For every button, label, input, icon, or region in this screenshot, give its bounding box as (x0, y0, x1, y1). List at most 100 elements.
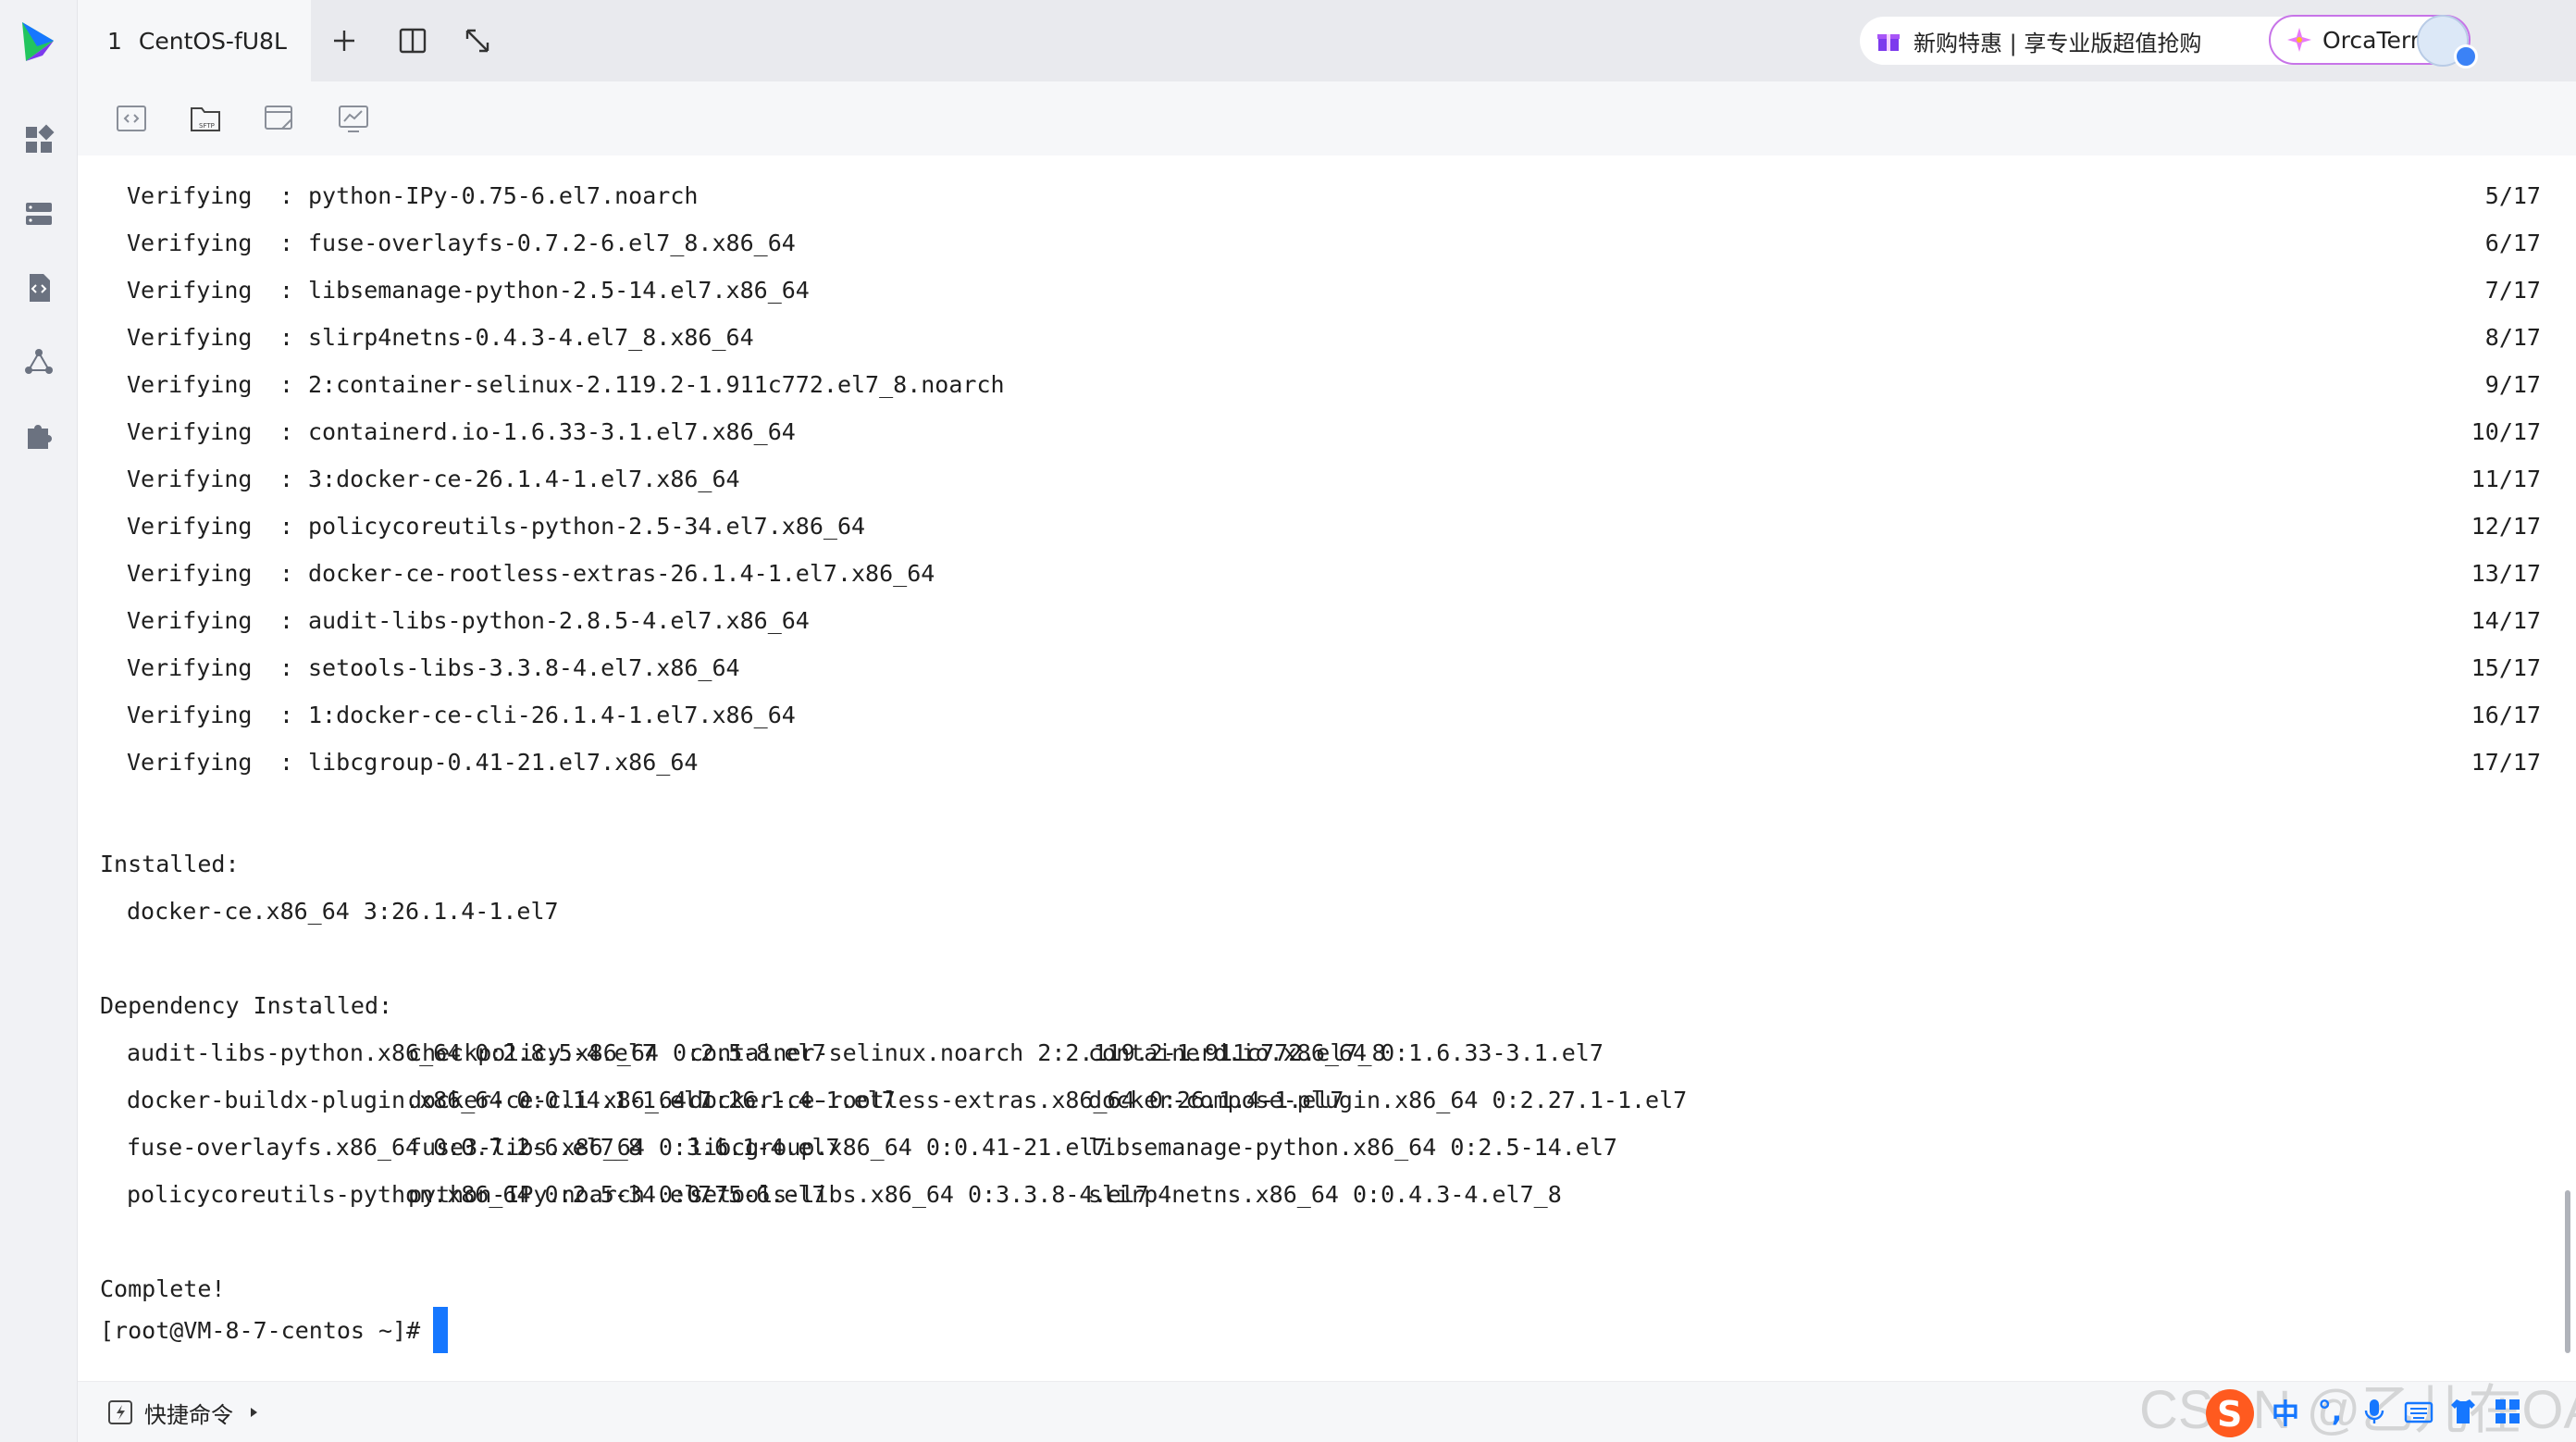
verifying-line: Verifying: fuse-overlayfs-0.7.2-6.el7_8.x… (78, 219, 2576, 267)
shell-prompt: [root@VM-8-7-centos ~]# (100, 1317, 421, 1344)
verifying-line: Verifying:3:docker-ce-26.1.4-1.el7.x86_6… (78, 455, 2576, 503)
verifying-line: Verifying:2:container-selinux-2.119.2-1.… (78, 361, 2576, 408)
verifying-count: 6/17 (2484, 230, 2541, 256)
verifying-count: 15/17 (2471, 654, 2541, 681)
verifying-package: libcgroup-0.41-21.el7.x86_64 (308, 749, 699, 776)
verifying-count: 13/17 (2471, 560, 2541, 587)
verifying-colon: : (279, 230, 294, 256)
avatar-badge-icon (2454, 44, 2478, 68)
window-edit-icon[interactable] (255, 94, 303, 143)
verifying-package: setools-libs-3.3.8-4.el7.x86_64 (308, 654, 740, 681)
verifying-count: 14/17 (2471, 607, 2541, 634)
verifying-label: Verifying (127, 607, 253, 634)
dependency-package: libsemanage-python.x86_64 0:2.5-14.el7 (1088, 1134, 1617, 1161)
svg-text:S: S (2217, 1394, 2242, 1435)
monitor-chart-icon[interactable] (329, 94, 378, 143)
verifying-colon: : (279, 702, 294, 728)
microphone-icon[interactable] (2356, 1393, 2393, 1430)
script-file-icon[interactable] (0, 259, 78, 317)
ime-chinese-mode[interactable]: 中 (2267, 1393, 2304, 1431)
verifying-label: Verifying (127, 560, 253, 587)
verifying-label: Verifying (127, 749, 253, 776)
code-view-icon[interactable] (107, 94, 155, 143)
verifying-label: Verifying (127, 418, 253, 445)
shirt-skin-icon[interactable] (2445, 1393, 2482, 1430)
verifying-colon: : (279, 513, 294, 540)
verifying-line: Verifying: libsemanage-python-2.5-14.el7.… (78, 267, 2576, 314)
svg-text:SFTP: SFTP (199, 122, 215, 130)
verifying-package: policycoreutils-python-2.5-34.el7.x86_64 (308, 513, 866, 540)
verifying-label: Verifying (127, 466, 253, 492)
sogou-ime-icon[interactable]: S (2200, 1382, 2260, 1441)
sftp-folder-icon[interactable]: SFTP (181, 94, 229, 143)
verifying-label: Verifying (127, 324, 253, 351)
verifying-package: containerd.io-1.6.33-3.1.el7.x86_64 (308, 418, 796, 445)
verifying-colon: : (279, 560, 294, 587)
dependency-package: docker-compose-plugin.x86_64 0:2.27.1-1.… (1088, 1087, 1688, 1113)
verifying-line: Verifying: policycoreutils-python-2.5-34.… (78, 503, 2576, 550)
lightning-box-icon (108, 1400, 132, 1424)
verifying-label: Verifying (127, 654, 253, 681)
verifying-colon: : (279, 324, 294, 351)
verifying-package: 1:docker-ce-cli-26.1.4-1.el7.x86_64 (308, 702, 796, 728)
app-sidebar (0, 0, 78, 1442)
verifying-package: slirp4netns-0.4.3-4.el7_8.x86_64 (308, 324, 754, 351)
verifying-colon: : (279, 418, 294, 445)
verifying-count: 16/17 (2471, 702, 2541, 728)
verifying-colon: : (279, 607, 294, 634)
verifying-package: libsemanage-python-2.5-14.el7.x86_64 (308, 277, 810, 304)
toolbox-grid-icon[interactable] (2489, 1393, 2526, 1430)
verifying-colon: : (279, 277, 294, 304)
verifying-package: 3:docker-ce-26.1.4-1.el7.x86_64 (308, 466, 740, 492)
dashboard-icon[interactable] (0, 111, 78, 168)
verifying-line: Verifying: audit-libs-python-2.8.5-4.el7.… (78, 597, 2576, 644)
dependency-package: slirp4netns.x86_64 0:0.4.3-4.el7_8 (1088, 1181, 1562, 1208)
tab-bar: 1 CentOS-fU8L 新购特惠 | 享专业版超值抢购 OrcaTerm A… (78, 0, 2576, 81)
ime-punctuation[interactable]: °, (2311, 1393, 2348, 1430)
verifying-count: 17/17 (2471, 749, 2541, 776)
dependency-package: libcgroup.x86_64 0:0.41-21.el7 (689, 1134, 1108, 1161)
promo-button[interactable]: 新购特惠 | 享专业版超值抢购 (1860, 17, 2319, 65)
verifying-count: 9/17 (2484, 371, 2541, 398)
expand-icon[interactable] (457, 20, 498, 61)
complete-text: Complete! (100, 1275, 226, 1302)
tab-title: CentOS-fU8L (138, 27, 287, 55)
terminal-cursor (433, 1307, 448, 1353)
caret-right-icon (251, 1408, 257, 1417)
verifying-count: 8/17 (2484, 324, 2541, 351)
add-tab-icon[interactable] (324, 20, 365, 61)
verifying-line: Verifying: libcgroup-0.41-21.el7.x86_64 17… (78, 739, 2576, 786)
verifying-count: 10/17 (2471, 418, 2541, 445)
verifying-colon: : (279, 654, 294, 681)
verifying-count: 11/17 (2471, 466, 2541, 492)
verifying-count: 7/17 (2484, 277, 2541, 304)
verifying-line: Verifying: docker-ce-rootless-extras-26.1… (78, 550, 2576, 597)
dependency-heading: Dependency Installed: (100, 992, 393, 1019)
app-logo-icon[interactable] (17, 19, 61, 67)
verifying-count: 5/17 (2484, 182, 2541, 209)
verifying-package: audit-libs-python-2.8.5-4.el7.x86_64 (308, 607, 810, 634)
verifying-line: Verifying:1:docker-ce-cli-26.1.4-1.el7.x… (78, 691, 2576, 739)
terminal-output[interactable]: Verifying: python-IPy-0.75-6.el7.noarch 5/… (78, 155, 2576, 1381)
verifying-line: Verifying: setools-libs-3.3.8-4.el7.x86_6… (78, 644, 2576, 691)
tab-centos[interactable]: 1 CentOS-fU8L (78, 0, 311, 81)
servers-icon[interactable] (0, 185, 78, 242)
verifying-colon: : (279, 371, 294, 398)
verifying-label: Verifying (127, 371, 253, 398)
network-icon[interactable] (0, 333, 78, 391)
ai-sparkle-icon (2287, 28, 2311, 52)
terminal-scrollbar[interactable] (2565, 1190, 2570, 1353)
shortcut-commands-button[interactable]: 快捷命令 (107, 1395, 261, 1430)
plugins-icon[interactable] (0, 407, 78, 465)
split-view-icon[interactable] (392, 20, 433, 61)
verifying-line: Verifying: python-IPy-0.75-6.el7.noarch 5/… (78, 172, 2576, 219)
verifying-package: docker-ce-rootless-extras-26.1.4-1.el7.x… (308, 560, 935, 587)
installed-pkg: docker-ce.x86_64 3:26.1.4-1.el7 (127, 898, 559, 925)
verifying-line: Verifying: slirp4netns-0.4.3-4.el7_8.x86_… (78, 314, 2576, 361)
keyboard-icon[interactable] (2400, 1393, 2437, 1430)
dependency-package: setools-libs.x86_64 0:3.3.8-4.el7 (689, 1181, 1149, 1208)
verifying-colon: : (279, 749, 294, 776)
promo-label: 新购特惠 | 享专业版超值抢购 (1913, 30, 2202, 56)
tab-number: 1 (107, 27, 122, 55)
verifying-label: Verifying (127, 230, 253, 256)
